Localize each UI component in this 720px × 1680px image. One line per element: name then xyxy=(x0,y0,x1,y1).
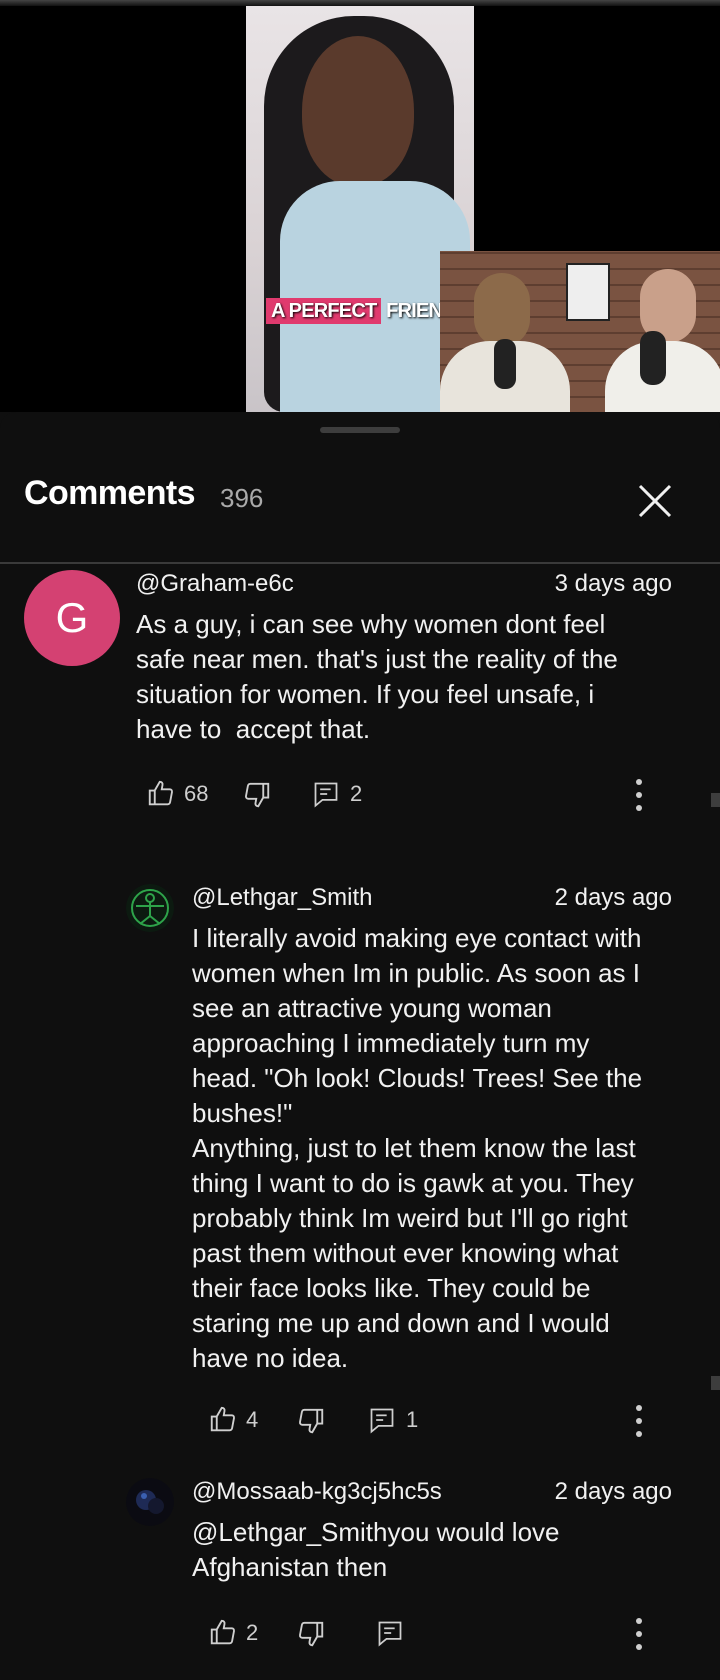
comments-title: Comments xyxy=(24,474,196,512)
reply-icon[interactable] xyxy=(312,780,340,808)
comment-author[interactable]: @Lethgar_Smith xyxy=(192,884,372,912)
inset-microphone-right xyxy=(640,331,666,385)
comments-count: 396 xyxy=(220,483,264,513)
comment-author[interactable]: @Graham-e6c xyxy=(136,570,294,598)
more-options-icon[interactable] xyxy=(634,1617,644,1651)
close-icon[interactable] xyxy=(632,478,678,524)
inset-wall-sign xyxy=(566,263,610,321)
like-count: 4 xyxy=(246,1407,259,1432)
like-icon[interactable] xyxy=(208,1404,238,1434)
drag-handle[interactable] xyxy=(320,427,400,433)
avatar[interactable]: G xyxy=(24,570,120,666)
inset-microphone-left xyxy=(494,339,516,389)
comment-author[interactable]: @Mossaab-kg3cj5hc5s xyxy=(192,1478,442,1506)
like-icon[interactable] xyxy=(208,1617,238,1647)
dislike-icon[interactable] xyxy=(296,1619,326,1649)
avatar[interactable] xyxy=(126,1478,174,1526)
caption-highlight: A PERFECT xyxy=(266,298,382,324)
like-count: 68 xyxy=(184,781,209,806)
comment-text: I literally avoid making eye contact wit… xyxy=(192,923,643,1373)
comment-text: @Lethgar_Smithyou would love Afghanistan… xyxy=(192,1517,560,1582)
dislike-icon[interactable] xyxy=(296,1406,326,1436)
like-icon[interactable] xyxy=(146,778,176,808)
comment-text: As a guy, i can see why women dont feel … xyxy=(136,609,618,744)
inset-person-left-head xyxy=(474,273,530,347)
avatar[interactable] xyxy=(126,884,174,932)
reply-count: 1 xyxy=(406,1407,419,1432)
video-inset-clip xyxy=(440,251,720,412)
more-options-icon[interactable] xyxy=(634,1404,644,1438)
comment-date: 2 days ago xyxy=(554,884,672,911)
more-options-icon[interactable] xyxy=(634,778,644,812)
comment-date: 3 days ago xyxy=(554,570,672,597)
reply-icon[interactable] xyxy=(376,1619,404,1647)
reply-icon[interactable] xyxy=(368,1406,396,1434)
reply-count: 2 xyxy=(350,781,363,806)
comment-date: 2 days ago xyxy=(554,1478,672,1505)
dislike-icon[interactable] xyxy=(242,780,272,810)
clip-figure-face xyxy=(302,36,414,186)
like-count: 2 xyxy=(246,1620,259,1645)
header-divider xyxy=(0,562,720,564)
scrollbar-marker xyxy=(711,1376,720,1390)
scrollbar-marker xyxy=(711,793,720,807)
video-player[interactable]: A PERFECT FRIENDSHIP xyxy=(0,0,720,412)
